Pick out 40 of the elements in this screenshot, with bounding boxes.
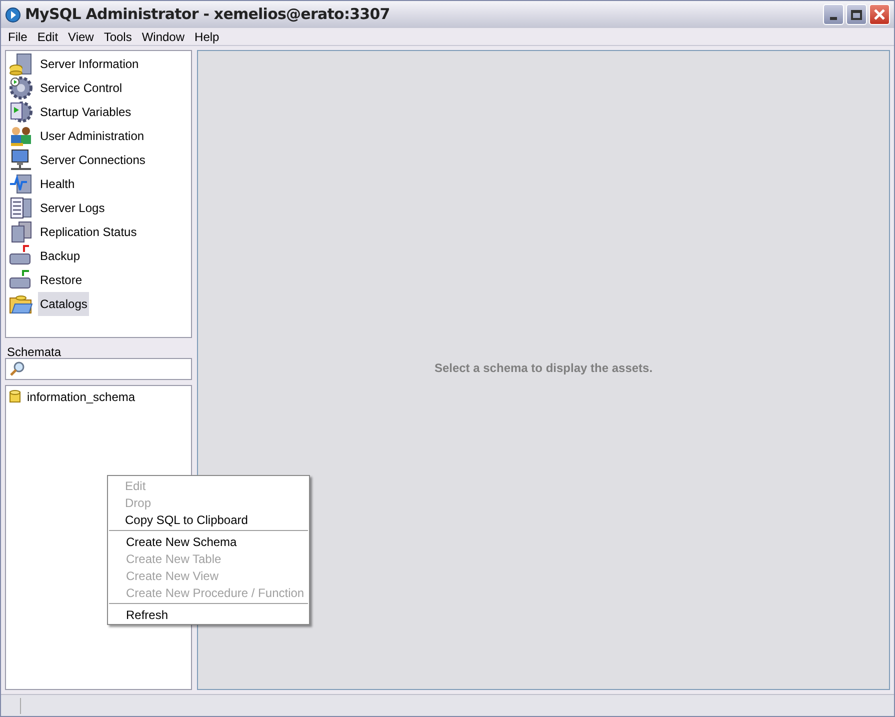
- sidebar-item[interactable]: Server Logs: [38, 196, 107, 220]
- search-icon: [9, 361, 25, 377]
- sidebar-item[interactable]: Health: [38, 172, 77, 196]
- context-menu-item[interactable]: Create New Schema: [109, 533, 308, 550]
- context-menu-item[interactable]: Copy SQL to Clipboard: [108, 511, 309, 528]
- menu-item[interactable]: Tools: [98, 28, 137, 46]
- tree-item[interactable]: information_schema: [27, 388, 136, 406]
- menu-item[interactable]: Window: [136, 28, 190, 46]
- sidebar-item[interactable]: Service Control: [38, 76, 124, 100]
- monitor-network-icon: [9, 148, 33, 172]
- sidebar-item[interactable]: Backup: [38, 244, 82, 268]
- menu-item[interactable]: File: [3, 28, 32, 46]
- sidebar-item[interactable]: Replication Status: [38, 220, 139, 244]
- app-logo-icon: [5, 6, 21, 22]
- menu-item[interactable]: View: [63, 28, 99, 46]
- users-key-icon: [9, 124, 33, 148]
- sidebar-item[interactable]: Startup Variables: [38, 100, 134, 124]
- server-database-icon: [9, 52, 33, 76]
- window-title: MySQL Administrator - xemelios@erato:3307: [25, 4, 390, 26]
- section-label: Schemata: [7, 344, 62, 358]
- empty-message: Select a schema to display the assets.: [434, 360, 653, 377]
- menu-item[interactable]: Help: [190, 28, 224, 46]
- gear-document-icon: [9, 100, 33, 124]
- close-icon: [873, 8, 886, 21]
- sidebar-item[interactable]: Catalogs: [38, 292, 90, 316]
- search-field[interactable]: [5, 358, 192, 380]
- menu-item[interactable]: Edit: [32, 28, 64, 46]
- close-button[interactable]: [869, 4, 890, 25]
- sidebar-item[interactable]: Server Connections: [38, 148, 148, 172]
- sidebar-item[interactable]: User Administration: [38, 124, 146, 148]
- maximize-button[interactable]: [846, 4, 867, 25]
- context-menu-item[interactable]: Refresh: [109, 606, 308, 623]
- log-list-icon: [9, 196, 33, 220]
- database-icon: [9, 390, 21, 404]
- minimize-button[interactable]: [823, 4, 844, 25]
- sidebar-item[interactable]: Server Information: [38, 52, 141, 76]
- gear-icon: [9, 76, 33, 100]
- sidebar-item[interactable]: Restore: [38, 268, 84, 292]
- servers-icon: [9, 220, 33, 244]
- heartbeat-icon: [9, 172, 33, 196]
